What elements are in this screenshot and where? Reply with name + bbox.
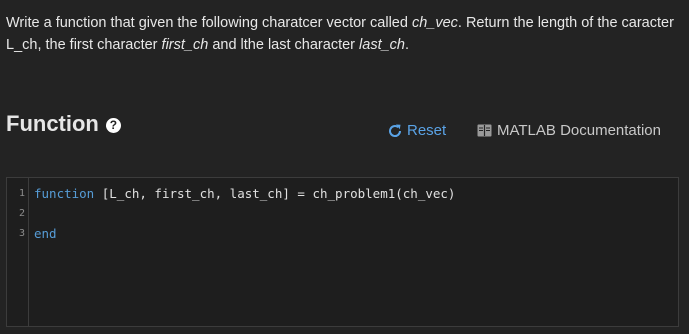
refresh-icon — [389, 124, 402, 137]
code-text[interactable]: end — [34, 224, 57, 244]
code-text[interactable]: function [L_ch, first_ch, last_ch] = ch_… — [34, 184, 455, 204]
code-line[interactable]: 2 — [7, 204, 678, 224]
book-icon — [477, 124, 492, 137]
question-circle-icon[interactable]: ? — [105, 117, 121, 133]
reset-button[interactable]: Reset — [387, 122, 446, 139]
matlab-documentation-link[interactable]: MATLAB Documentation — [477, 122, 661, 139]
desc-var-last-ch: last_ch — [359, 37, 405, 53]
problem-description: Write a function that given the followin… — [6, 12, 676, 56]
desc-var-first-ch: first_ch — [161, 37, 209, 53]
code-keyword: function — [34, 186, 95, 201]
code-keyword: end — [34, 226, 57, 241]
doc-label: MATLAB Documentation — [497, 122, 661, 139]
function-heading: Function ? — [6, 111, 121, 137]
desc-seg: . — [404, 37, 410, 53]
desc-seg: Write a function that given the followin… — [6, 15, 412, 31]
desc-seg: and lthe last character — [208, 37, 360, 53]
line-number: 1 — [18, 188, 25, 199]
line-number: 2 — [18, 208, 25, 219]
code-rest: [L_ch, first_ch, last_ch] = ch_problem1(… — [94, 186, 456, 201]
code-line[interactable]: 1 function [L_ch, first_ch, last_ch] = c… — [7, 184, 678, 204]
line-number: 3 — [18, 228, 25, 239]
code-line[interactable]: 3 end — [7, 224, 678, 244]
function-title: Function — [6, 111, 99, 136]
reset-label: Reset — [407, 122, 447, 139]
code-editor[interactable]: 1 function [L_ch, first_ch, last_ch] = c… — [6, 177, 679, 327]
desc-var-ch-vec: ch_vec — [411, 15, 458, 31]
